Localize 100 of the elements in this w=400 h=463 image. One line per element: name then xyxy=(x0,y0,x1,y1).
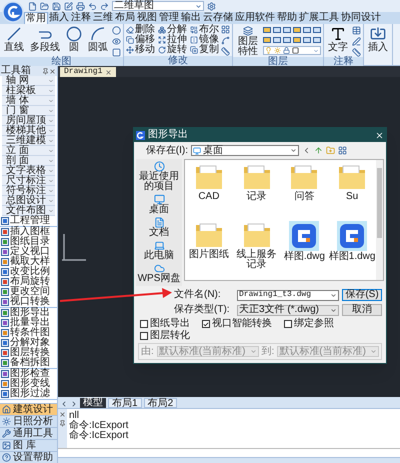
ribbon-tab[interactable]: 扩展工具 xyxy=(298,12,340,24)
ribbon-tab[interactable]: 常用 xyxy=(24,12,48,24)
text-button[interactable]: 文字 xyxy=(326,24,350,53)
toolbox-menu-item[interactable]: 剖 面 xyxy=(2,156,55,166)
toolbox-tool-item[interactable]: 图形过滤 xyxy=(0,389,57,399)
file-item[interactable]: 线上服务记录 xyxy=(232,221,280,276)
toolbox-menu-item[interactable]: 文件布图 xyxy=(2,206,55,216)
checkbox[interactable] xyxy=(284,320,292,328)
toolbox-tool-item[interactable]: 图层转换 xyxy=(0,348,57,358)
toolbox-tool-item[interactable]: 图形导出 xyxy=(0,308,57,318)
modify-tool-button[interactable]: 偏移 xyxy=(126,35,155,45)
toolbox-menu-item[interactable]: 文字表格 xyxy=(2,166,55,176)
draw-tool-button[interactable]: 圆 xyxy=(64,24,84,53)
place-item[interactable]: 桌面 xyxy=(137,194,181,215)
modify-tool-button[interactable]: 删除 xyxy=(126,25,155,35)
layer-select[interactable] xyxy=(263,46,321,55)
save-button[interactable]: 保存(S) xyxy=(342,289,382,301)
toolbox-tool-item[interactable]: 分解对象 xyxy=(0,338,57,348)
toolbox-tool-item[interactable]: 定义视口 xyxy=(0,247,57,257)
file-item[interactable]: 样图.dwg xyxy=(280,221,328,276)
cancel-button[interactable]: 取消 xyxy=(342,304,382,316)
toolbox-tool-item[interactable]: 转条件图 xyxy=(0,328,57,338)
scrollbar[interactable] xyxy=(376,160,383,280)
ribbon-tab[interactable]: 插入 xyxy=(48,12,70,24)
save-in-select[interactable]: 桌面 xyxy=(191,145,299,156)
toolbox-menu-item[interactable]: 房间屋顶 xyxy=(2,116,55,126)
layer-properties-button[interactable]: 图层特性 xyxy=(235,24,261,57)
toolbox-tool-item[interactable]: 备档拆图 xyxy=(0,358,57,368)
ribbon-tab[interactable]: 布局 xyxy=(114,12,136,24)
toolbox-menu-item[interactable]: 尺寸标注 xyxy=(2,176,55,186)
category-button[interactable]: 建筑设计 xyxy=(0,403,57,415)
toolbox-tool-item[interactable]: 布局旋转 xyxy=(0,277,57,287)
toolbox-menu-item[interactable]: 立 面 xyxy=(2,146,55,156)
toolbox-menu-item[interactable]: 楼梯其他 xyxy=(2,126,55,136)
category-button[interactable]: 图 库 xyxy=(0,439,57,451)
modify-tool-button[interactable]: 布尔 xyxy=(190,25,219,35)
file-name-field[interactable]: Drawing1_t3.dwg xyxy=(237,290,339,300)
toolbox-tool-item[interactable]: 截取大样 xyxy=(0,257,57,267)
toolbox-menu-item[interactable]: 墙 体 xyxy=(2,96,55,106)
first-tab-icon[interactable] xyxy=(60,400,68,408)
ribbon-tab[interactable]: 三维 xyxy=(92,12,114,24)
modify-tool-button[interactable]: 复制 xyxy=(190,45,219,55)
toolbox-tool-item[interactable]: 图纸目录 xyxy=(0,237,57,247)
category-button[interactable]: 日照分析 xyxy=(0,415,57,427)
place-item[interactable]: WPS网盘 xyxy=(137,263,181,284)
place-item[interactable]: 文档 xyxy=(137,217,181,238)
file-item[interactable]: CAD xyxy=(185,163,233,218)
ribbon-tab[interactable]: 视图 xyxy=(136,12,158,24)
checkbox[interactable] xyxy=(202,320,210,328)
pin-icon[interactable] xyxy=(42,68,49,74)
modify-tool-button[interactable]: 旋转 xyxy=(158,45,187,55)
layout-tab[interactable]: 布局1 xyxy=(108,398,142,408)
draw-tool-button[interactable]: 多段线 xyxy=(28,24,62,53)
toolbox-tool-item[interactable]: 图形变线 xyxy=(0,379,57,389)
ribbon-tab[interactable]: 注释 xyxy=(70,12,92,24)
next-tab-icon[interactable] xyxy=(70,400,78,408)
toolbox-tool-item[interactable]: 更改空间 xyxy=(0,287,57,297)
file-item[interactable]: 记录 xyxy=(232,163,280,218)
layout-tab[interactable]: 模型 xyxy=(80,398,106,408)
toolbox-tool-item[interactable]: 批量导出 xyxy=(0,318,57,328)
file-item[interactable]: 图片图纸 xyxy=(185,221,233,276)
place-item[interactable]: 此电脑 xyxy=(137,240,181,261)
file-item[interactable]: 样图1.dwg xyxy=(328,221,376,276)
document-tab[interactable]: Drawing1 xyxy=(60,67,116,77)
toolbox-menu-item[interactable]: 符号标注 xyxy=(2,186,55,196)
ribbon-tab[interactable]: 应用软件 xyxy=(234,12,276,24)
file-type-select[interactable]: 天正3文件 (*.dwg) xyxy=(237,304,339,316)
category-button[interactable]: 设置帮助 xyxy=(0,451,57,463)
toolbox-menu-item[interactable]: 柱梁板 xyxy=(2,86,55,96)
command-input-field[interactable] xyxy=(58,448,400,457)
file-item[interactable]: 问答 xyxy=(280,163,328,218)
ribbon-tab[interactable]: 帮助 xyxy=(276,12,298,24)
modify-tool-button[interactable]: 拉伸 xyxy=(158,35,187,45)
pin-icon[interactable] xyxy=(59,420,66,427)
draw-tool-button[interactable]: 圆弧 xyxy=(86,24,110,53)
option-checkbox[interactable]: 绑定参照 xyxy=(284,319,334,329)
place-item[interactable]: 最近使用的项目 xyxy=(137,161,181,192)
toolbox-menu-item[interactable]: 总图设计 xyxy=(2,196,55,206)
option-checkbox[interactable]: 图纸导出 xyxy=(140,319,190,329)
close-icon[interactable] xyxy=(59,411,66,418)
toolbox-tool-item[interactable]: 插入图框 xyxy=(0,227,57,237)
toolbox-menu-item[interactable]: 三维建模 xyxy=(2,136,55,146)
close-icon[interactable] xyxy=(49,68,56,74)
toolbox-tool-item[interactable]: 图形检查 xyxy=(0,369,57,379)
toolbox-tool-item[interactable]: 工程管理 xyxy=(0,216,57,226)
ribbon-tab[interactable]: 输出 xyxy=(180,12,202,24)
insert-button[interactable]: 插入 xyxy=(366,24,390,53)
toolbox-tool-item[interactable]: 视口转换 xyxy=(0,297,57,307)
toolbox-menu-item[interactable]: 门 窗 xyxy=(2,106,55,116)
modify-tool-button[interactable]: 移动 xyxy=(126,45,155,55)
file-item[interactable]: Su xyxy=(328,163,376,218)
toolbox-menu-item[interactable]: 轴 网 xyxy=(2,76,55,86)
toolbox-tool-item[interactable]: 改变比例 xyxy=(0,267,57,277)
ribbon-tab[interactable]: 云存储 xyxy=(202,12,234,24)
close-icon[interactable] xyxy=(105,68,112,76)
modify-tool-button[interactable]: 分解 xyxy=(158,25,187,35)
checkbox[interactable] xyxy=(140,320,148,328)
option-checkbox[interactable]: 视口智能转换 xyxy=(202,319,272,329)
checkbox[interactable] xyxy=(140,332,148,340)
ribbon-tab[interactable]: 管理 xyxy=(158,12,180,24)
